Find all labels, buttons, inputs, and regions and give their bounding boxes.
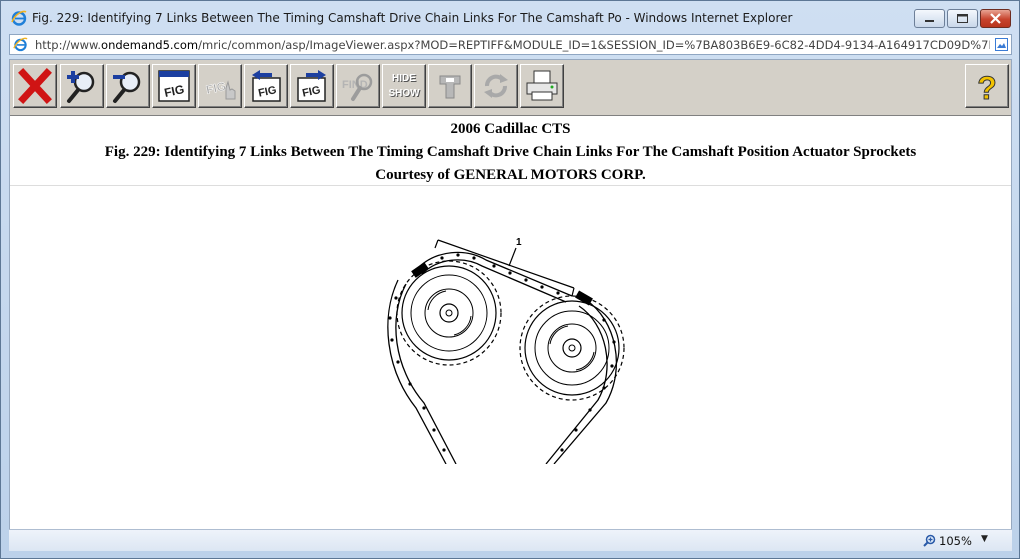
window-title: Fig. 229: Identifying 7 Links Between Th…: [32, 11, 793, 25]
image-viewer-toolbar: FIG FIG FIG FIG FIND HIDE SHOW ?: [10, 60, 1011, 116]
maximize-button[interactable]: [947, 9, 978, 28]
rotate-icon: [484, 74, 508, 98]
tool-icon: [439, 75, 461, 99]
fig-hand-button[interactable]: FIG: [198, 64, 242, 108]
hide-show-button[interactable]: HIDE SHOW: [382, 64, 426, 108]
window-close-button[interactable]: [980, 9, 1011, 28]
zoom-out-button[interactable]: [106, 64, 150, 108]
find-button[interactable]: FIND: [336, 64, 380, 108]
callout-leader: [508, 247, 517, 267]
address-url[interactable]: http://www.ondemand5.com/mric/common/asp…: [35, 38, 990, 52]
magnifier-plus-icon: [67, 71, 95, 103]
vehicle-title: 2006 Cadillac CTS: [450, 121, 571, 137]
previous-fig-button[interactable]: FIG: [244, 64, 288, 108]
close-icon: [990, 13, 1001, 24]
right-camshaft-sprocket: [519, 295, 625, 401]
print-button[interactable]: [520, 64, 564, 108]
help-button[interactable]: ?: [965, 64, 1009, 108]
help-icon: ?: [977, 70, 998, 105]
maximize-icon: [957, 14, 968, 23]
status-bar: 105% ▼: [9, 529, 1012, 551]
ie-page-icon: [13, 37, 28, 52]
fig-icon: FIG: [158, 70, 190, 102]
title-bar: Fig. 229: Identifying 7 Links Between Th…: [1, 1, 1019, 35]
help-label: ?: [977, 70, 997, 104]
fig-next-icon: FIG: [297, 70, 326, 102]
fig-button[interactable]: FIG: [152, 64, 196, 108]
url-domain: ondemand5.com: [101, 38, 199, 52]
rotate-button[interactable]: [474, 64, 518, 108]
close-button[interactable]: [13, 64, 57, 108]
page-content: FIG FIG FIG FIG FIND HIDE SHOW ? 2006 Ca…: [9, 59, 1012, 551]
printer-icon: [526, 70, 558, 101]
left-camshaft-sprocket: [396, 260, 502, 366]
address-bar[interactable]: http://www.ondemand5.com/mric/common/asp…: [9, 34, 1012, 55]
timing-chain: [387, 251, 618, 464]
magnifier-minus-icon: [113, 71, 141, 103]
minimize-icon: [925, 20, 934, 22]
show-label: SHOW: [388, 88, 420, 99]
find-icon: FIND: [342, 73, 373, 101]
minimize-button[interactable]: [914, 9, 945, 28]
heading-divider: [10, 185, 1011, 186]
url-path: /mric/common/asp/ImageViewer.aspx?MOD=RE…: [198, 38, 990, 52]
page-type-icon: [995, 38, 1008, 51]
fig-hand-label: FIG: [205, 79, 227, 97]
ie-window: Fig. 229: Identifying 7 Links Between Th…: [0, 0, 1020, 559]
red-x-icon: [18, 68, 52, 104]
hide-label: HIDE: [392, 73, 416, 84]
zoom-level[interactable]: 105%: [939, 534, 972, 548]
courtesy-line: Courtesy of GENERAL MOTORS CORP.: [375, 167, 646, 183]
figure-heading: 2006 Cadillac CTS Fig. 229: Identifying …: [10, 118, 1011, 187]
tools-button[interactable]: [428, 64, 472, 108]
timing-chain-diagram: 1: [387, 237, 625, 464]
fig-hand-icon: FIG: [205, 79, 236, 100]
zoom-magnifier-icon: [923, 534, 936, 547]
fig-prev-icon: FIG: [252, 70, 281, 102]
next-fig-button[interactable]: FIG: [290, 64, 334, 108]
ie-logo-icon: [11, 10, 27, 26]
callout-number: 1: [516, 237, 522, 248]
zoom-dropdown-icon[interactable]: ▼: [981, 534, 988, 544]
zoom-in-button[interactable]: [60, 64, 104, 108]
figure-caption: Fig. 229: Identifying 7 Links Between Th…: [104, 144, 917, 160]
url-prefix: http://www.: [35, 38, 102, 52]
